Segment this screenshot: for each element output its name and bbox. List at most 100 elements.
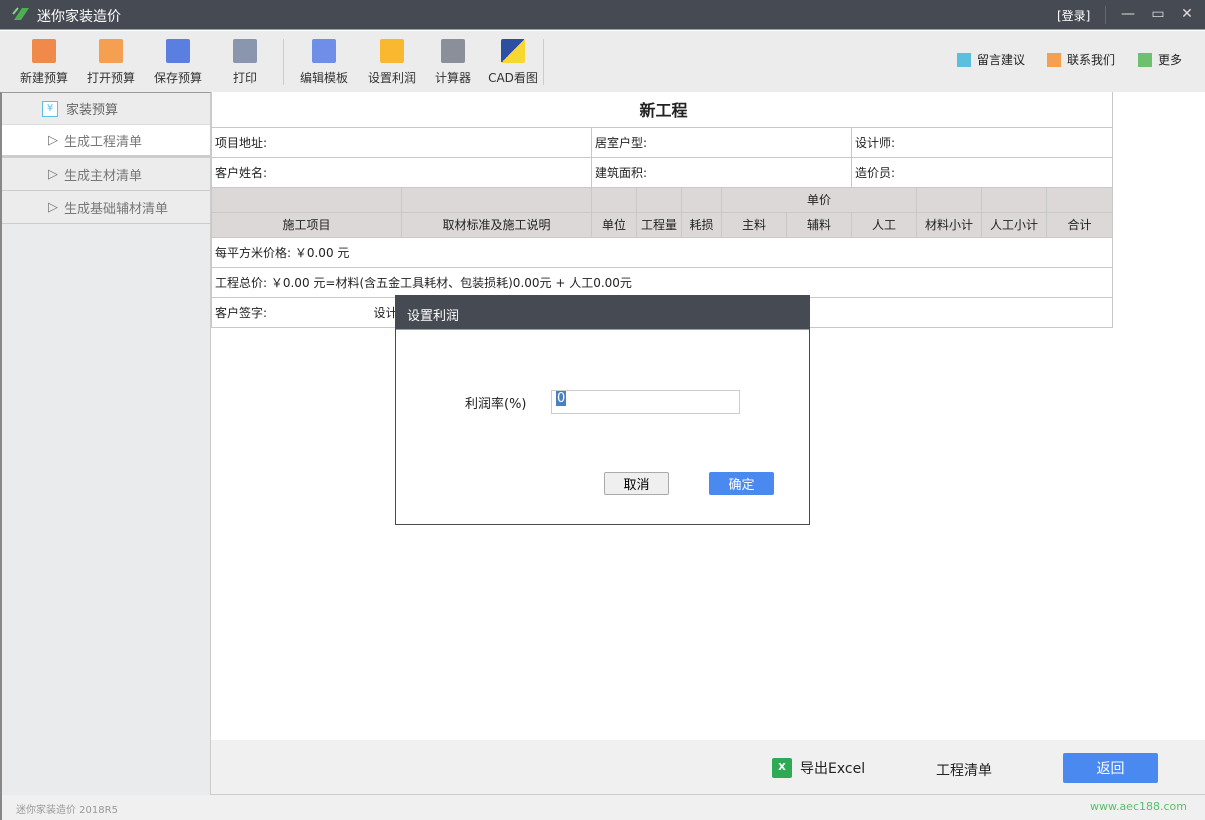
sidebar-item-project-list[interactable]: ▷ 生成工程清单 [2, 125, 210, 158]
button-label: 计算器 [434, 71, 471, 85]
website-link[interactable]: www.aec188.com [1090, 800, 1187, 813]
project-address-field[interactable]: 项目地址: [211, 126, 592, 158]
header-cell [401, 186, 592, 213]
set-profit-button[interactable]: 设置利润 [359, 37, 425, 86]
divider [1105, 6, 1106, 24]
column-header: 取材标准及施工说明 [401, 211, 592, 238]
status-bar: 迷你家装造价 2018R5 www.aec188.com [0, 795, 1205, 820]
column-header: 耗损 [681, 211, 722, 238]
header-cell [981, 186, 1047, 213]
export-label: 导出Excel [800, 761, 866, 777]
toolbar: 新建预算 打开预算 保存预算 打印 编辑模板 设置利润 计算器 CAD看图 留言… [0, 31, 1205, 92]
column-header: 合计 [1045, 211, 1114, 238]
per-sqm-price: 每平方米价格: ￥0.00 元 [210, 236, 1114, 268]
calculator-button[interactable]: 计算器 [420, 37, 486, 86]
maximize-button[interactable]: ▭ [1147, 4, 1169, 24]
column-header: 单位 [591, 211, 637, 238]
app-logo-icon [12, 7, 29, 20]
money-bag-icon [380, 39, 404, 63]
export-excel-button[interactable]: X 导出Excel [772, 758, 865, 778]
new-file-icon [32, 39, 56, 63]
button-label: 打印 [232, 71, 257, 85]
total-price: 工程总价: ￥0.00 元=材料(含五金工具耗材、包装损耗)0.00元 + 人工… [210, 266, 1114, 298]
column-header: 施工项目 [211, 211, 402, 238]
save-budget-button[interactable]: 保存预算 [145, 37, 211, 86]
column-header: 主料 [721, 211, 787, 238]
customer-name-field[interactable]: 客户姓名: [211, 156, 592, 188]
edit-template-button[interactable]: 编辑模板 [291, 37, 357, 86]
sidebar-item-main-material-list[interactable]: ▷ 生成主材清单 [2, 158, 210, 191]
sidebar-header[interactable]: ¥ 家装预算 [2, 93, 210, 125]
contact-link[interactable]: 联系我们 [1047, 51, 1115, 68]
cad-viewer-button[interactable]: CAD看图 [480, 37, 546, 86]
cancel-button[interactable]: 取消 [604, 472, 669, 495]
triangle-right-icon: ▷ [48, 132, 58, 148]
designer-field[interactable]: 设计师: [850, 126, 1114, 158]
mail-icon [1047, 52, 1061, 67]
building-area-field[interactable]: 建筑面积: [591, 156, 852, 188]
calculator-icon [441, 39, 465, 63]
bottom-bar: X 导出Excel 工程清单 返回 [211, 740, 1205, 795]
designer-signature-label: 设计 [373, 305, 398, 320]
header-cell [916, 186, 982, 213]
project-list-label[interactable]: 工程清单 [936, 760, 992, 780]
profit-rate-label: 利润率(%) [465, 397, 527, 412]
sidebar: ¥ 家装预算 ▷ 生成工程清单 ▷ 生成主材清单 ▷ 生成基础辅材清单 [0, 92, 211, 795]
column-header: 材料小计 [916, 211, 982, 238]
header-cell [681, 186, 722, 213]
close-button[interactable]: ✕ [1176, 4, 1198, 24]
yen-icon: ¥ [42, 100, 58, 117]
column-header: 人工 [851, 211, 917, 238]
link-label: 更多 [1158, 53, 1183, 67]
set-profit-dialog: 设置利润 利润率(%) 0 取消 确定 [395, 295, 810, 525]
sidebar-item-auxiliary-material-list[interactable]: ▷ 生成基础辅材清单 [2, 191, 210, 224]
title-bar: 迷你家装造价 [登录] — ▭ ✕ [0, 0, 1205, 30]
new-budget-button[interactable]: 新建预算 [11, 37, 77, 86]
button-label: 编辑模板 [299, 71, 348, 85]
minimize-button[interactable]: — [1117, 4, 1139, 24]
version-label: 迷你家装造价 2018R5 [16, 805, 118, 816]
dialog-title: 设置利润 [396, 296, 809, 330]
room-type-field[interactable]: 居室户型: [591, 126, 852, 158]
header-cell [1045, 186, 1114, 213]
more-link[interactable]: 更多 [1138, 51, 1182, 68]
more-icon [1138, 52, 1152, 67]
back-button[interactable]: 返回 [1063, 753, 1158, 783]
unit-price-group-header: 单价 [721, 186, 917, 213]
header-cell [211, 186, 402, 213]
column-header: 辅料 [786, 211, 852, 238]
cost-estimator-field[interactable]: 造价员: [850, 156, 1114, 188]
link-label: 留言建议 [977, 53, 1026, 67]
sidebar-header-label: 家装预算 [66, 103, 119, 118]
login-link[interactable]: [登录] [1057, 7, 1090, 24]
ok-button[interactable]: 确定 [709, 472, 774, 495]
triangle-right-icon: ▷ [48, 166, 58, 182]
feedback-link[interactable]: 留言建议 [957, 51, 1025, 68]
dwg-icon [501, 39, 525, 63]
open-file-icon [99, 39, 123, 63]
sheet-title: 新工程 [210, 92, 1114, 128]
sidebar-item-label: 生成工程清单 [64, 134, 143, 150]
budget-table: 新工程 项目地址: 居室户型: 设计师: 客户姓名: 建筑面积: 造价员: 单价 施工项… [210, 92, 1114, 328]
save-icon [166, 39, 190, 63]
column-header: 人工小计 [981, 211, 1047, 238]
open-budget-button[interactable]: 打开预算 [78, 37, 144, 86]
divider [283, 39, 284, 85]
customer-signature-label: 客户签字: [215, 305, 268, 320]
header-cell [591, 186, 637, 213]
print-button[interactable]: 打印 [212, 37, 278, 86]
profit-rate-value: 0 [556, 391, 567, 406]
button-label: 设置利润 [367, 71, 416, 85]
feedback-icon [957, 52, 971, 67]
button-label: 新建预算 [19, 71, 68, 85]
divider [543, 39, 544, 85]
profit-rate-input[interactable]: 0 [551, 390, 740, 414]
button-label: 保存预算 [153, 71, 202, 85]
link-label: 联系我们 [1067, 53, 1116, 67]
button-label: CAD看图 [488, 71, 538, 85]
column-header: 工程量 [636, 211, 682, 238]
header-cell [636, 186, 682, 213]
triangle-right-icon: ▷ [48, 199, 58, 215]
button-label: 打开预算 [86, 71, 135, 85]
excel-icon: X [772, 758, 792, 778]
